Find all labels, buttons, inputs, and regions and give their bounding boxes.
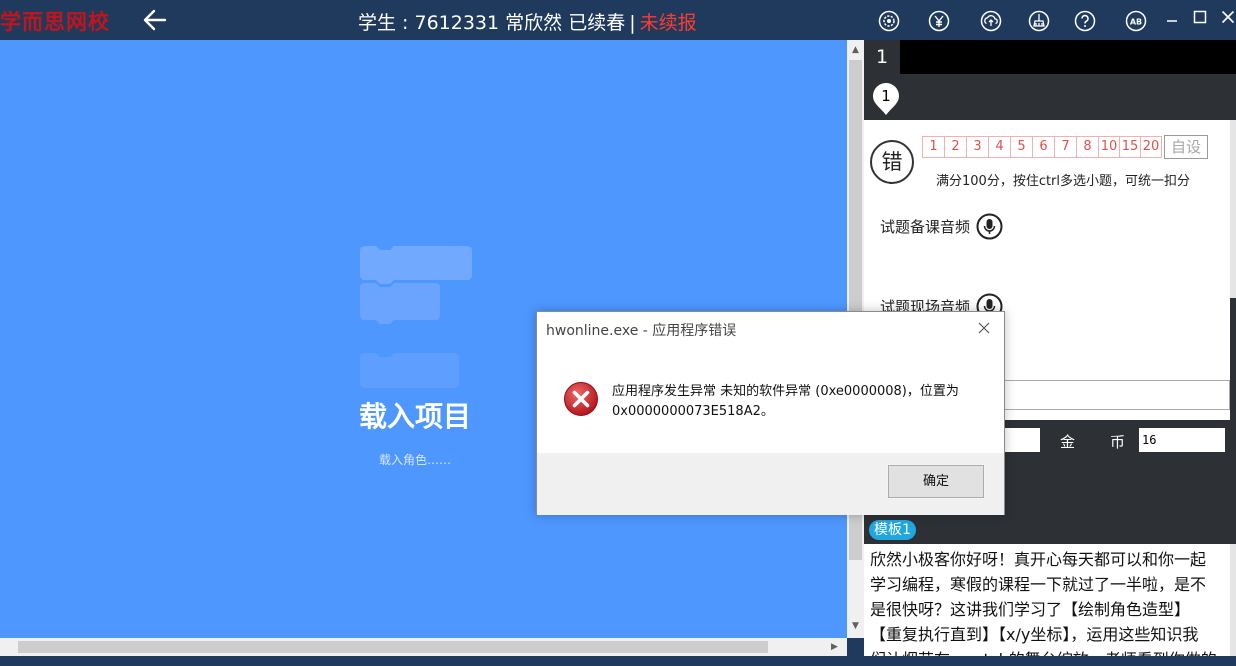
message-line: 欣然小极客你好呀！真开心每天都可以和你一起: [870, 550, 1207, 569]
loading-subtitle: 载入角色……: [379, 453, 452, 467]
enroll-status: 未续报: [639, 12, 697, 34]
horizontal-scroll-thumb[interactable]: [18, 641, 768, 653]
custom-score-button[interactable]: 自设: [1164, 135, 1208, 159]
score-button[interactable]: 20: [1140, 136, 1162, 158]
student-prefix: 学生 :: [358, 12, 415, 34]
bottom-strip: [0, 656, 1236, 666]
top-bar: 学而思网校 学生 : 7612331 常欣然 已续春 | 未续报 AB: [0, 0, 1236, 40]
svg-text:AB: AB: [1130, 18, 1142, 27]
student-name: 常欣然: [505, 12, 563, 34]
coin-label-1: 金: [1060, 433, 1076, 451]
dialog-close-icon[interactable]: [976, 320, 992, 336]
back-arrow-icon[interactable]: [141, 7, 169, 33]
title-separator: |: [629, 12, 636, 34]
stage-horizontal-scrollbar[interactable]: ▶: [0, 638, 847, 656]
loading-title: 载入项目: [359, 400, 472, 433]
score-button[interactable]: 8: [1076, 136, 1099, 158]
deduction-score-buttons: 1 2 3 4 5 6 7 8 10 15 20 自设: [922, 135, 1208, 159]
score-button[interactable]: 2: [944, 136, 967, 158]
student-title: 学生 : 7612331 常欣然 已续春 | 未续报: [358, 8, 697, 35]
question-tab-row: 1: [864, 40, 1236, 74]
score-button[interactable]: 3: [966, 136, 989, 158]
dialog-message-line2: 0x0000000073E518A2。: [612, 404, 774, 419]
coin-label-2: 币: [1110, 433, 1126, 451]
scratch-blocks-loading-icon: [360, 246, 472, 388]
score-button[interactable]: 5: [1010, 136, 1033, 158]
maximize-icon[interactable]: [1192, 9, 1208, 25]
score-button[interactable]: 15: [1119, 136, 1141, 158]
broom-clean-icon[interactable]: [1028, 10, 1050, 32]
scroll-up-arrow-icon[interactable]: ▲: [847, 42, 864, 59]
tab-question-1[interactable]: 1: [864, 40, 900, 74]
score-button[interactable]: 4: [988, 136, 1011, 158]
student-id: 7612331: [414, 12, 500, 34]
error-x-icon: [564, 382, 598, 416]
microphone-icon[interactable]: [976, 213, 1003, 240]
pin-number: 1: [881, 87, 891, 105]
audio-prep-row: 试题备课音频: [880, 213, 1003, 240]
app-error-dialog: hwonline.exe - 应用程序错误 应用程序发生异常 未知的软件异常 (…: [536, 311, 1005, 515]
question-marker-pin-icon: 1: [873, 83, 899, 115]
audio-prep-label: 试题备课音频: [880, 218, 971, 236]
mark-wrong-button[interactable]: 错: [870, 140, 914, 184]
dialog-message: 应用程序发生异常 未知的软件异常 (0xe0000008)，位置为 0x0000…: [612, 382, 959, 422]
grading-hint: 满分100分，按住ctrl多选小题，可统一扣分: [936, 174, 1191, 189]
translate-ab-icon[interactable]: AB: [1125, 10, 1147, 32]
yen-coin-icon[interactable]: [928, 10, 950, 32]
ok-button[interactable]: 确定: [887, 464, 985, 499]
settings-gear-icon[interactable]: [878, 10, 900, 32]
minimize-icon[interactable]: [1164, 9, 1180, 25]
coin-input[interactable]: 16: [1139, 428, 1225, 452]
score-button[interactable]: 10: [1098, 136, 1120, 158]
feedback-message[interactable]: 欣然小极客你好呀！真开心每天都可以和你一起 学习编程，寒假的课程一下就过了一半啦…: [864, 544, 1230, 656]
message-line: 学习编程，寒假的课程一下就过了一半啦，是不: [870, 575, 1207, 594]
dialog-title: hwonline.exe - 应用程序错误: [546, 323, 737, 339]
score-field[interactable]: [1000, 428, 1040, 452]
scroll-down-arrow-icon[interactable]: ▼: [847, 618, 864, 635]
message-line: 们让烟花在scratch的舞台绽放，老师看到你做的: [870, 647, 1224, 656]
message-scrollbar[interactable]: [1230, 544, 1236, 656]
card-scrollbar[interactable]: [1230, 120, 1236, 298]
message-line: 【重复执行直到】【x/y坐标】，运用这些知识我: [870, 625, 1199, 644]
scroll-right-arrow-icon[interactable]: ▶: [826, 638, 843, 656]
score-button[interactable]: 6: [1032, 136, 1055, 158]
renew-status: 已续春: [568, 12, 626, 34]
dialog-footer: 确定: [537, 453, 1004, 515]
message-line: 是很快呀？这讲我们学习了【绘制角色造型】: [870, 600, 1191, 619]
score-button[interactable]: 7: [1054, 136, 1077, 158]
cloud-upload-icon[interactable]: [980, 10, 1002, 32]
help-question-icon[interactable]: [1074, 10, 1096, 32]
score-button[interactable]: 1: [922, 136, 945, 158]
template-badge[interactable]: 模板1: [869, 520, 916, 540]
dialog-message-line1: 应用程序发生异常 未知的软件异常 (0xe0000008)，位置为: [612, 384, 959, 399]
brand-logo: 学而思网校: [0, 10, 110, 34]
close-window-icon[interactable]: [1220, 9, 1236, 25]
